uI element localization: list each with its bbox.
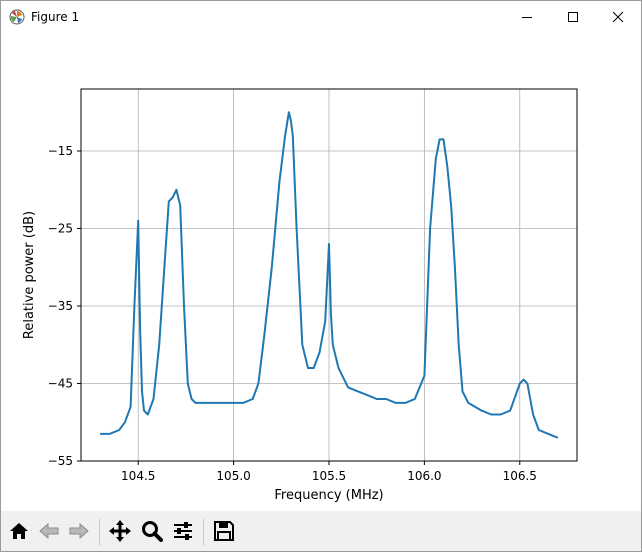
close-button[interactable] bbox=[595, 1, 641, 33]
title-bar[interactable]: Figure 1 bbox=[1, 1, 641, 33]
y-tick-label: −55 bbox=[48, 454, 73, 468]
pan-button[interactable] bbox=[106, 517, 134, 545]
zoom-button[interactable] bbox=[138, 517, 166, 545]
x-tick-label: 105.0 bbox=[216, 469, 250, 483]
figure-canvas[interactable]: 104.5 105.0 105.5 106.0 106.5 −55 −45 −35 −25 −15… bbox=[1, 33, 641, 511]
figure-window: Figure 1 104.5 105.0 105.5 106.0 106.5 −55 −45… bbox=[0, 0, 642, 552]
navigation-toolbar bbox=[1, 511, 641, 551]
back-button[interactable] bbox=[35, 517, 63, 545]
minimize-button[interactable] bbox=[504, 1, 550, 33]
configure-subplots-button[interactable] bbox=[169, 517, 197, 545]
home-icon bbox=[10, 523, 28, 539]
sliders-icon bbox=[174, 522, 192, 540]
toolbar-separator bbox=[203, 519, 204, 545]
arrow-right-icon bbox=[69, 522, 89, 540]
window-title: Figure 1 bbox=[31, 10, 80, 24]
y-tick-label: −35 bbox=[48, 299, 73, 313]
y-tick-label: −15 bbox=[48, 144, 73, 158]
x-tick-label: 106.0 bbox=[407, 469, 441, 483]
maximize-button[interactable] bbox=[550, 1, 596, 33]
toolbar-separator bbox=[99, 519, 100, 545]
minimize-icon bbox=[522, 17, 532, 18]
x-tick-label: 106.5 bbox=[503, 469, 537, 483]
x-axis-label: Frequency (MHz) bbox=[274, 488, 383, 503]
x-tick-label: 104.5 bbox=[121, 469, 155, 483]
forward-button[interactable] bbox=[65, 517, 93, 545]
magnifier-icon bbox=[142, 521, 163, 542]
floppy-disk-icon bbox=[214, 521, 234, 541]
maximize-icon bbox=[568, 12, 578, 22]
y-axis-label: Relative power (dB) bbox=[22, 211, 37, 339]
home-button[interactable] bbox=[5, 517, 33, 545]
arrow-left-icon bbox=[39, 522, 59, 540]
x-tick-label: 105.5 bbox=[312, 469, 346, 483]
save-button[interactable] bbox=[210, 517, 238, 545]
close-icon bbox=[612, 11, 624, 23]
matplotlib-icon bbox=[9, 9, 25, 25]
y-tick-label: −45 bbox=[48, 377, 73, 391]
move-icon bbox=[109, 520, 131, 542]
line-chart: 104.5 105.0 105.5 106.0 106.5 −55 −45 −35 −25 −15… bbox=[22, 88, 578, 503]
y-tick-label: −25 bbox=[48, 222, 73, 236]
